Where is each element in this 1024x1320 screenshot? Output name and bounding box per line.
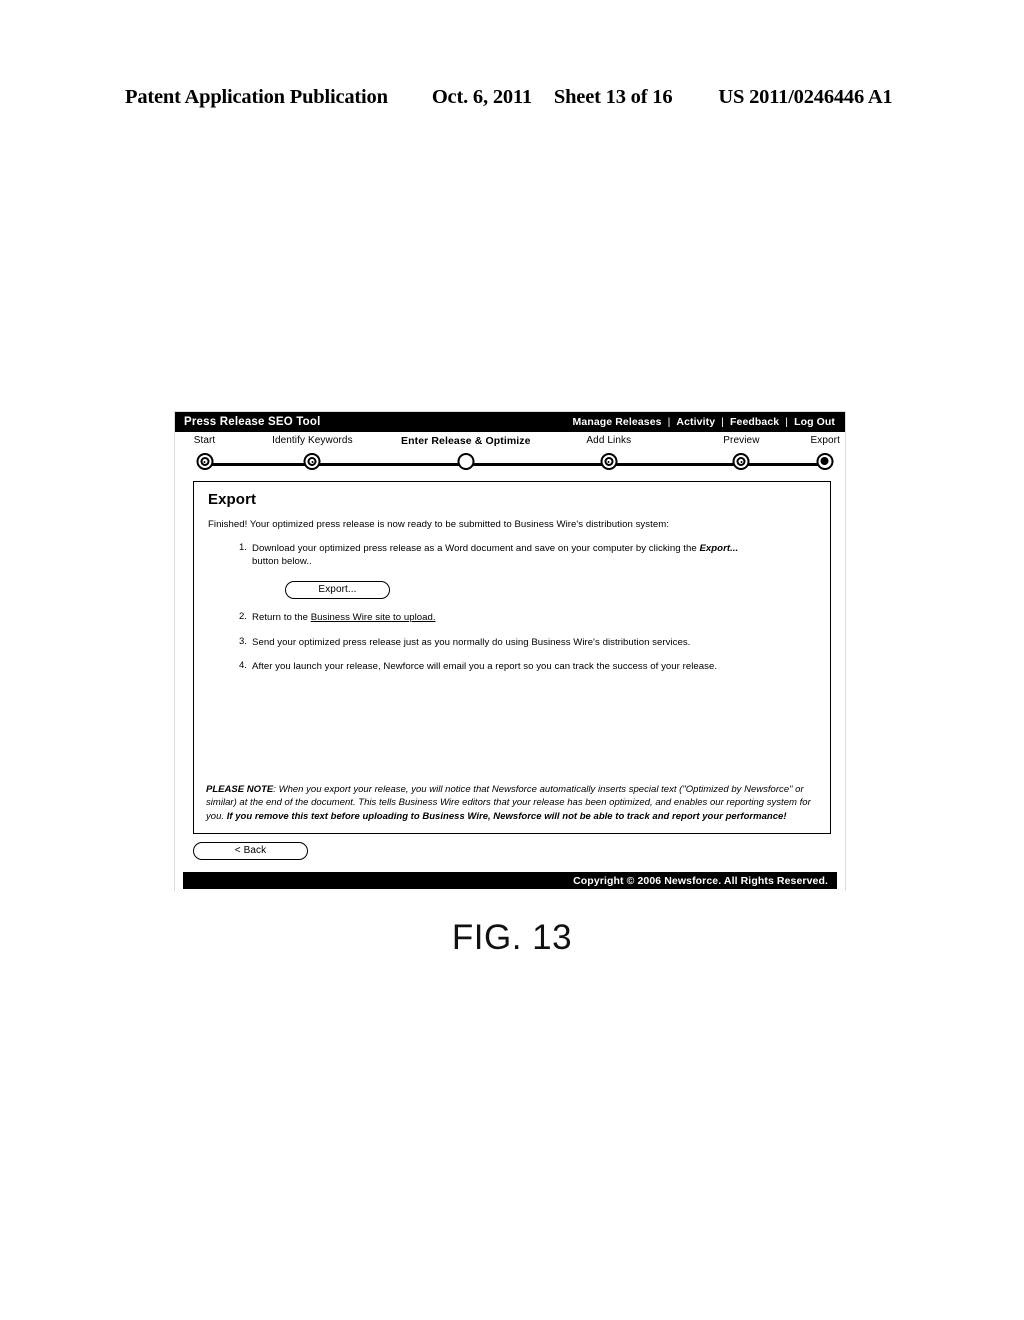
nav-item-log-out[interactable]: Log Out	[794, 416, 835, 428]
app-titlebar: Press Release SEO Tool Manage Releases |…	[175, 412, 845, 432]
list-item-emphasis: Export...	[699, 543, 739, 554]
nav-item-activity[interactable]: Activity	[676, 416, 715, 428]
list-item-text-after: button below..	[252, 556, 312, 568]
step-label-preview: Preview	[723, 435, 760, 446]
step-node-enter-release[interactable]	[457, 453, 475, 470]
wizard-step-track	[185, 452, 835, 476]
top-nav: Manage Releases | Activity | Feedback | …	[573, 416, 835, 428]
list-item: 1. Download your optimized press release…	[206, 542, 818, 568]
please-note-warning: If you remove this text before uploading…	[226, 810, 787, 822]
nav-item-manage-releases[interactable]: Manage Releases	[573, 416, 662, 428]
application-window: Press Release SEO Tool Manage Releases |…	[174, 411, 846, 893]
step-complete-icon	[732, 453, 750, 470]
step-node-start[interactable]	[196, 453, 213, 470]
step-label-identify-keywords: Identify Keywords	[272, 435, 353, 446]
step-label-export: Export	[810, 435, 841, 446]
step-complete-icon	[600, 453, 618, 470]
patent-sheet-label: Sheet 13 of 16	[553, 86, 673, 108]
patent-number-label: US 2011/0246446 A1	[718, 86, 893, 108]
export-panel: Export Finished! Your optimized press re…	[193, 481, 831, 834]
panel-intro-text: Finished! Your optimized press release i…	[208, 519, 669, 530]
list-item-text: Download your optimized press release as…	[252, 542, 757, 568]
business-wire-link[interactable]: Business Wire site to upload.	[311, 612, 436, 623]
step-node-identify-keywords[interactable]	[303, 453, 321, 470]
wizard-step-labels: Start Identify Keywords Enter Release & …	[185, 435, 840, 450]
app-footer: Copyright © 2006 Newsforce. All Rights R…	[183, 872, 837, 889]
nav-separator: |	[785, 416, 789, 428]
step-node-add-links[interactable]	[600, 453, 618, 470]
app-title: Press Release SEO Tool	[184, 416, 321, 428]
export-button-row: Export...	[285, 579, 818, 600]
step-connector-line	[204, 463, 313, 466]
list-item-number: 4.	[239, 659, 247, 671]
step-current-icon	[816, 453, 834, 470]
step-connector-line	[741, 463, 826, 466]
step-label-add-links: Add Links	[586, 435, 632, 446]
nav-separator: |	[667, 416, 671, 428]
patent-page-header: Patent Application Publication Oct. 6, 2…	[125, 86, 900, 109]
step-label-start: Start	[193, 435, 216, 446]
patent-date-label: Oct. 6, 2011	[431, 86, 532, 108]
list-item-number: 2.	[239, 611, 247, 623]
step-complete-icon	[303, 453, 321, 470]
nav-separator: |	[721, 416, 724, 428]
list-item: 4. After you launch your release, Newfor…	[206, 660, 818, 673]
export-button[interactable]: Export...	[285, 581, 390, 600]
step-node-export[interactable]	[816, 453, 834, 470]
back-button-row: < Back	[193, 840, 837, 860]
step-connector-line	[465, 463, 609, 466]
window-body: Start Identify Keywords Enter Release & …	[175, 435, 845, 893]
instruction-list: 1. Download your optimized press release…	[206, 542, 818, 673]
list-item-number: 3.	[239, 635, 247, 647]
please-note-block: PLEASE NOTE: When you export your releas…	[206, 783, 818, 823]
step-connector-line	[312, 463, 466, 466]
step-empty-icon	[457, 453, 475, 470]
step-label-enter-release: Enter Release & Optimize	[400, 435, 531, 447]
list-item: 3. Send your optimized press release jus…	[206, 636, 818, 649]
step-node-preview[interactable]	[732, 453, 750, 470]
list-item: 2. Return to the Business Wire site to u…	[206, 611, 818, 624]
page-title: Export	[208, 491, 257, 508]
step-complete-icon	[196, 453, 213, 470]
back-button[interactable]: < Back	[193, 842, 308, 860]
list-item-text: Return to the Business Wire site to uplo…	[252, 611, 436, 624]
figure-caption: FIG. 13	[451, 918, 573, 957]
list-item-text-before: Return to the	[252, 612, 311, 624]
please-note-lead: PLEASE NOTE	[206, 783, 274, 795]
step-connector-line	[608, 463, 742, 466]
list-item-number: 1.	[239, 542, 247, 553]
nav-item-feedback[interactable]: Feedback	[730, 416, 779, 428]
wizard-step-bar: Start Identify Keywords Enter Release & …	[185, 435, 840, 477]
list-item-text-before: Download your optimized press release as…	[252, 543, 700, 554]
patent-publication-label: Patent Application Publication	[125, 86, 388, 108]
list-item-text: After you launch your release, Newforce …	[252, 660, 718, 672]
list-item-text: Send your optimized press release just a…	[252, 636, 691, 648]
copyright-text: Copyright © 2006 Newsforce. All Rights R…	[573, 874, 828, 887]
